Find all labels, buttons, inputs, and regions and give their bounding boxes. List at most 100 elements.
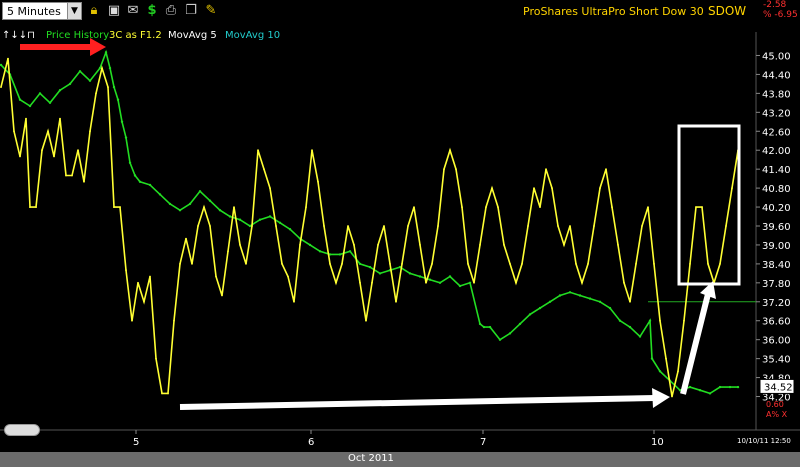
point-price-history [108, 66, 112, 70]
point-price-history [650, 357, 654, 360]
point-3c-indicator [641, 225, 643, 227]
point-price-history [548, 300, 552, 303]
point-price-history [418, 275, 422, 278]
point-price-history [438, 281, 442, 284]
y-tick-label: 43.20 [762, 108, 791, 119]
point-3c-indicator [365, 319, 367, 322]
point-price-history [728, 385, 732, 389]
symbol-code: SDOW [708, 4, 747, 18]
point-price-history [38, 92, 42, 95]
point-3c-indicator [359, 281, 361, 284]
point-3c-indicator [509, 263, 511, 265]
lock-icon[interactable]: 🔒︎ [86, 3, 102, 19]
point-3c-indicator [569, 225, 571, 227]
point-3c-indicator [251, 225, 253, 227]
point-3c-indicator [95, 92, 97, 95]
point-3c-indicator [13, 130, 15, 133]
point-3c-indicator [659, 319, 661, 322]
dropdown-icon[interactable]: ▼ [67, 3, 81, 19]
point-3c-indicator [227, 250, 229, 253]
point-price-history [698, 389, 702, 392]
y-tick-label: 40.80 [762, 184, 791, 195]
point-3c-indicator [353, 244, 355, 246]
copy-icon[interactable]: ❐ [183, 3, 199, 19]
point-3c-indicator [719, 263, 721, 265]
change-percent: % -6.95 [763, 10, 798, 20]
point-3c-indicator [503, 244, 505, 246]
point-price-history [68, 82, 72, 86]
mail-icon[interactable]: ✉ [125, 3, 141, 19]
y-tick-label: 39.60 [762, 222, 791, 233]
scroll-handle[interactable] [4, 424, 40, 436]
point-3c-indicator [29, 206, 31, 209]
point-3c-indicator [341, 263, 343, 265]
y-tick-label: 43.80 [762, 89, 791, 100]
point-3c-indicator [239, 244, 241, 246]
point-3c-indicator [0, 86, 2, 88]
interval-select[interactable]: 5 Minutes ▼ [2, 2, 82, 20]
point-3c-indicator [89, 130, 91, 133]
point-3c-indicator [71, 174, 73, 177]
point-3c-indicator [623, 281, 625, 284]
point-3c-indicator [119, 206, 121, 209]
series-price-history [0, 49, 738, 395]
point-price-history [48, 101, 52, 105]
point-3c-indicator [83, 180, 85, 183]
point-price-history [133, 174, 137, 177]
save-icon[interactable]: ▣ [106, 3, 122, 19]
point-price-history [528, 313, 532, 316]
point-price-history [718, 385, 722, 389]
point-3c-indicator [437, 225, 439, 227]
point-price-history [18, 98, 22, 101]
y-tick-label: 45.00 [762, 51, 791, 62]
x-tick-label: 10 [651, 437, 664, 448]
last-price-label: 34.52 [764, 382, 793, 393]
price-chart[interactable]: 45.00 44.40 43.80 43.20 42.60 42.00 41.40 40.80… [0, 24, 800, 452]
point-price-history [658, 370, 662, 373]
pencil-icon[interactable]: ✎ [203, 3, 219, 19]
point-3c-indicator [245, 263, 247, 265]
point-3c-indicator [35, 206, 37, 209]
y-tick-label: 44.40 [762, 70, 791, 81]
point-price-history [278, 221, 282, 224]
x-tick-label: 5 [133, 437, 139, 448]
point-price-history [128, 161, 132, 164]
point-price-history [78, 70, 82, 73]
point-3c-indicator [425, 281, 427, 284]
point-3c-indicator [233, 206, 235, 209]
dollar-icon[interactable]: $ [144, 3, 160, 19]
point-price-history [558, 294, 562, 297]
point-3c-indicator [311, 149, 313, 152]
point-price-history [28, 104, 32, 108]
point-3c-indicator [683, 319, 685, 322]
point-3c-indicator [215, 275, 217, 278]
point-3c-indicator [407, 225, 409, 227]
print-icon[interactable]: ⎙ [163, 3, 179, 19]
point-3c-indicator [287, 275, 289, 278]
point-3c-indicator [653, 263, 655, 265]
y-tick-label: 38.40 [762, 260, 791, 271]
point-price-history [218, 209, 222, 212]
point-3c-indicator [113, 206, 115, 209]
point-3c-indicator [401, 263, 403, 265]
point-price-history [116, 98, 120, 101]
point-3c-indicator [485, 206, 487, 209]
date-month-label: Oct 2011 [348, 453, 394, 464]
point-3c-indicator [575, 263, 577, 265]
point-3c-indicator [299, 244, 301, 246]
point-price-history [648, 319, 652, 322]
point-price-history [248, 224, 252, 228]
point-3c-indicator [173, 319, 175, 322]
interval-value: 5 Minutes [7, 5, 61, 18]
y-tick-label: 35.40 [762, 355, 791, 366]
point-3c-indicator [647, 206, 649, 209]
point-price-history [268, 215, 272, 218]
point-3c-indicator [533, 187, 535, 190]
point-price-history [708, 392, 712, 395]
point-price-history [124, 136, 128, 139]
point-3c-indicator [335, 281, 337, 284]
point-3c-indicator [77, 149, 79, 152]
point-3c-indicator [41, 149, 43, 152]
y-tick-label: 40.20 [762, 203, 791, 214]
point-3c-indicator [557, 225, 559, 227]
